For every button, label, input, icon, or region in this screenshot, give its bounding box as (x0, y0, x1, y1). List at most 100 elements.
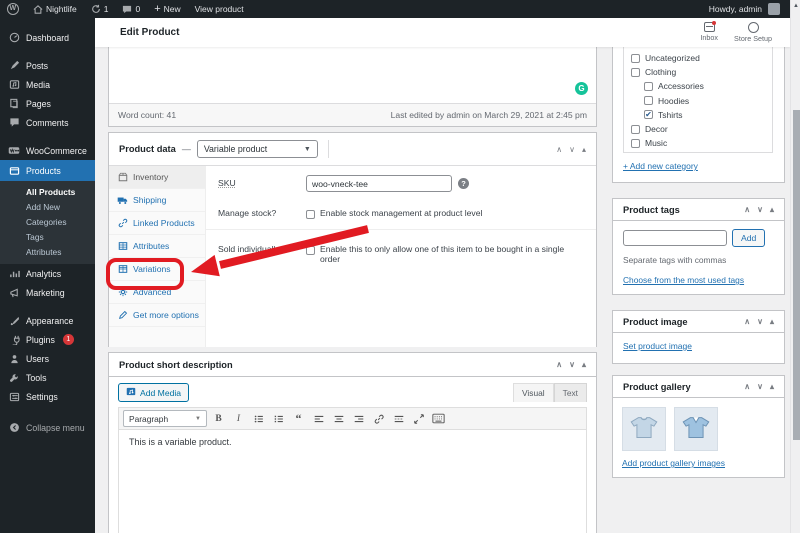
add-media-button[interactable]: Add Media (118, 383, 189, 402)
tab-shipping[interactable]: Shipping (109, 189, 205, 212)
category-item[interactable]: Decor (631, 122, 772, 136)
toggle-panel-icon[interactable]: ▴ (770, 382, 774, 391)
short-description-header[interactable]: Product short description ∧ ∨ ▴ (109, 353, 596, 377)
scrollbar-up-arrow-icon[interactable]: ▲ (793, 3, 799, 9)
add-tag-button[interactable]: Add (732, 229, 765, 247)
move-down-icon[interactable]: ∨ (569, 145, 575, 154)
blockquote-button[interactable]: “ (290, 410, 307, 427)
short-description-editor[interactable]: This is a variable product. (118, 430, 587, 533)
help-tip-icon[interactable]: ? (458, 178, 469, 189)
site-name-link[interactable]: Nightlife (26, 0, 84, 18)
gallery-thumbnail-tshirt[interactable] (622, 407, 666, 451)
move-up-icon[interactable]: ∧ (556, 145, 562, 154)
store-setup-button[interactable]: Store Setup (734, 22, 772, 43)
align-right-button[interactable] (350, 410, 367, 427)
sidebar-item-woocommerce[interactable]: WooCommerce (0, 141, 95, 160)
bullet-list-button[interactable] (250, 410, 267, 427)
sidebar-item-users[interactable]: Users (0, 349, 95, 368)
category-checkbox-checked[interactable] (644, 110, 653, 119)
sidebar-item-media[interactable]: Media (0, 75, 95, 94)
numbered-list-button[interactable] (270, 410, 287, 427)
category-item[interactable]: Hoodies (631, 94, 772, 108)
move-up-icon[interactable]: ∧ (556, 360, 562, 369)
category-item[interactable]: Uncategorized (631, 51, 772, 65)
submenu-categories[interactable]: Categories (0, 214, 95, 229)
vertical-scrollbar[interactable]: ▲ (790, 0, 800, 533)
scrollbar-thumb[interactable] (793, 110, 800, 440)
tag-input[interactable] (623, 230, 727, 246)
italic-button[interactable]: I (230, 410, 247, 427)
category-item[interactable]: Clothing (631, 65, 772, 79)
insert-link-button[interactable] (370, 410, 387, 427)
paragraph-format-select[interactable]: Paragraph ▼ (123, 410, 207, 427)
gallery-thumbnail-vneck[interactable] (674, 407, 718, 451)
category-checkbox[interactable] (631, 54, 640, 63)
collapse-menu-button[interactable]: Collapse menu (0, 418, 95, 437)
new-content-link[interactable]: + New (147, 0, 187, 18)
avatar[interactable] (768, 3, 780, 15)
product-tags-header[interactable]: Product tags ∧∨▴ (613, 199, 784, 221)
text-tab[interactable]: Text (554, 383, 587, 402)
align-center-button[interactable] (330, 410, 347, 427)
move-up-icon[interactable]: ∧ (744, 205, 750, 214)
sidebar-item-marketing[interactable]: Marketing (0, 283, 95, 302)
description-editor-bottom[interactable]: G Word count: 41 Last edited by admin on… (108, 47, 597, 127)
move-up-icon[interactable]: ∧ (744, 317, 750, 326)
inbox-button[interactable]: Inbox (700, 22, 718, 43)
category-item[interactable]: Tshirts (631, 108, 772, 122)
align-left-button[interactable] (310, 410, 327, 427)
most-used-tags-link[interactable]: Choose from the most used tags (623, 275, 744, 285)
set-product-image-link[interactable]: Set product image (623, 341, 692, 351)
sidebar-item-posts[interactable]: Posts (0, 56, 95, 75)
toggle-panel-icon[interactable]: ▴ (582, 360, 586, 369)
submenu-tags[interactable]: Tags (0, 229, 95, 244)
category-checkbox[interactable] (644, 96, 653, 105)
product-type-select[interactable]: Variable product ▼ (197, 140, 318, 158)
sidebar-item-products[interactable]: Products (0, 160, 95, 181)
sidebar-item-comments[interactable]: Comments (0, 113, 95, 132)
sidebar-item-analytics[interactable]: Analytics (0, 264, 95, 283)
sidebar-item-settings[interactable]: Settings (0, 387, 95, 406)
updates-link[interactable]: 1 (84, 0, 116, 18)
grammarly-icon[interactable]: G (575, 82, 588, 95)
move-down-icon[interactable]: ∨ (569, 360, 575, 369)
howdy-admin-menu[interactable]: Howdy, admin (702, 4, 764, 14)
submenu-attributes[interactable]: Attributes (0, 244, 95, 259)
sidebar-item-dashboard[interactable]: Dashboard (0, 28, 95, 47)
category-item[interactable]: Music (631, 136, 772, 150)
tab-get-more-options[interactable]: Get more options (109, 304, 205, 327)
sidebar-item-appearance[interactable]: Appearance (0, 311, 95, 330)
sidebar-item-tools[interactable]: Tools (0, 368, 95, 387)
toggle-panel-icon[interactable]: ▴ (582, 145, 586, 154)
move-up-icon[interactable]: ∧ (744, 382, 750, 391)
new-label: New (164, 4, 181, 14)
move-down-icon[interactable]: ∨ (757, 205, 763, 214)
move-down-icon[interactable]: ∨ (757, 317, 763, 326)
product-image-header[interactable]: Product image ∧∨▴ (613, 311, 784, 333)
product-gallery-header[interactable]: Product gallery ∧∨▴ (613, 376, 784, 398)
category-checkbox[interactable] (644, 82, 653, 91)
bold-button[interactable]: B (210, 410, 227, 427)
wp-logo-menu[interactable] (0, 0, 26, 18)
add-gallery-images-link[interactable]: Add product gallery images (622, 458, 725, 468)
category-checkbox[interactable] (631, 125, 640, 134)
toolbar-toggle-button[interactable] (430, 410, 447, 427)
move-down-icon[interactable]: ∨ (757, 382, 763, 391)
toggle-panel-icon[interactable]: ▴ (770, 205, 774, 214)
visual-tab[interactable]: Visual (513, 383, 554, 402)
category-checkbox[interactable] (631, 68, 640, 77)
fullscreen-button[interactable] (410, 410, 427, 427)
tab-inventory[interactable]: Inventory (109, 166, 205, 189)
toggle-panel-icon[interactable]: ▴ (770, 317, 774, 326)
submenu-all-products[interactable]: All Products (0, 184, 95, 199)
comments-link[interactable]: 0 (115, 0, 147, 18)
submenu-add-new[interactable]: Add New (0, 199, 95, 214)
sidebar-item-plugins[interactable]: Plugins 1 (0, 330, 95, 349)
category-checkbox[interactable] (631, 139, 640, 148)
read-more-button[interactable] (390, 410, 407, 427)
view-product-link[interactable]: View product (188, 0, 251, 18)
add-new-category-link[interactable]: + Add new category (623, 161, 698, 171)
sku-input[interactable] (306, 175, 452, 192)
category-item[interactable]: Accessories (631, 79, 772, 93)
sidebar-item-pages[interactable]: Pages (0, 94, 95, 113)
